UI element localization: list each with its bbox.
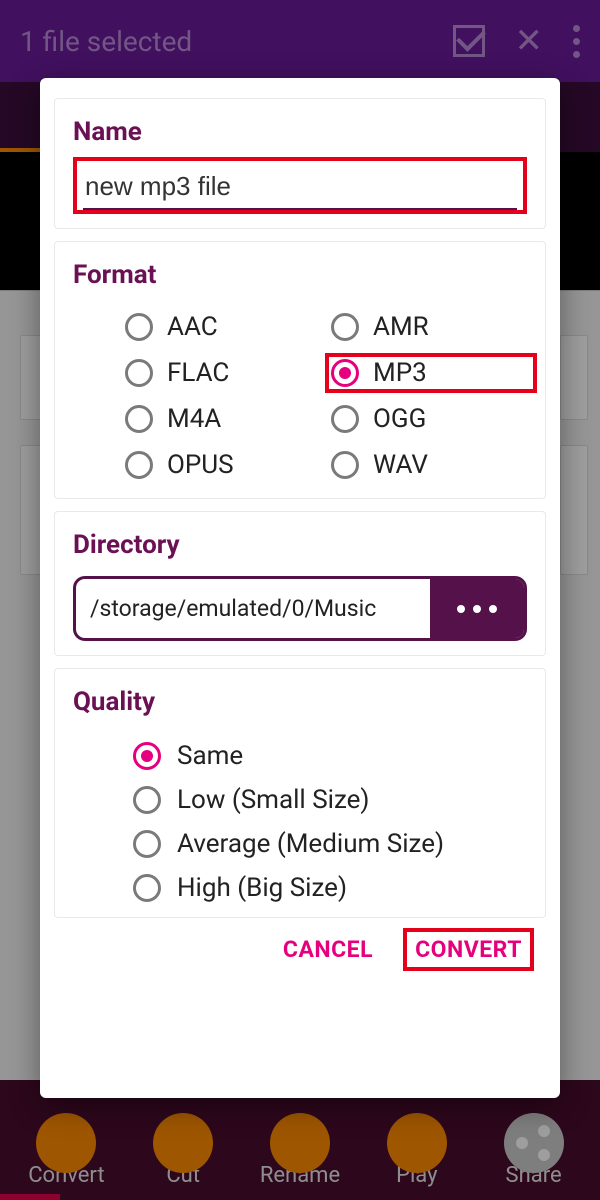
cancel-button[interactable]: CANCEL — [273, 928, 383, 971]
quality-section: Quality Same Low (Small Size) Average (M… — [54, 668, 546, 918]
quality-option-average[interactable]: Average (Medium Size) — [133, 829, 527, 859]
name-section: Name — [54, 98, 546, 229]
format-option-flac[interactable]: FLAC — [125, 358, 321, 388]
convert-button-highlight: CONVERT — [403, 928, 534, 971]
format-option-mp3[interactable]: MP3 — [331, 358, 527, 388]
directory-path[interactable]: /storage/emulated/0/Music — [76, 579, 430, 638]
quality-option-low[interactable]: Low (Small Size) — [133, 785, 527, 815]
format-option-ogg[interactable]: OGG — [331, 404, 527, 434]
format-option-mp3-highlight: MP3 — [325, 353, 537, 393]
format-section: Format AAC AMR FLAC MP3 M4A OGG OPUS WAV — [54, 241, 546, 499]
directory-label: Directory — [73, 530, 527, 560]
convert-dialog: Name Format AAC AMR FLAC MP3 M4A OGG OPU… — [40, 78, 560, 1098]
name-input[interactable] — [83, 165, 517, 210]
format-option-m4a[interactable]: M4A — [125, 404, 321, 434]
quality-label: Quality — [73, 687, 527, 717]
format-option-amr[interactable]: AMR — [331, 312, 527, 342]
dialog-actions: CANCEL CONVERT — [50, 924, 550, 977]
format-option-wav[interactable]: WAV — [331, 450, 527, 480]
format-label: Format — [73, 260, 527, 290]
quality-option-same[interactable]: Same — [133, 741, 527, 771]
format-option-aac[interactable]: AAC — [125, 312, 321, 342]
name-label: Name — [73, 117, 527, 147]
directory-section: Directory /storage/emulated/0/Music — [54, 511, 546, 656]
quality-option-high[interactable]: High (Big Size) — [133, 873, 527, 903]
convert-button[interactable]: CONVERT — [415, 936, 522, 963]
directory-browse-button[interactable] — [430, 579, 524, 638]
format-option-opus[interactable]: OPUS — [125, 450, 321, 480]
name-input-highlight — [73, 157, 527, 214]
